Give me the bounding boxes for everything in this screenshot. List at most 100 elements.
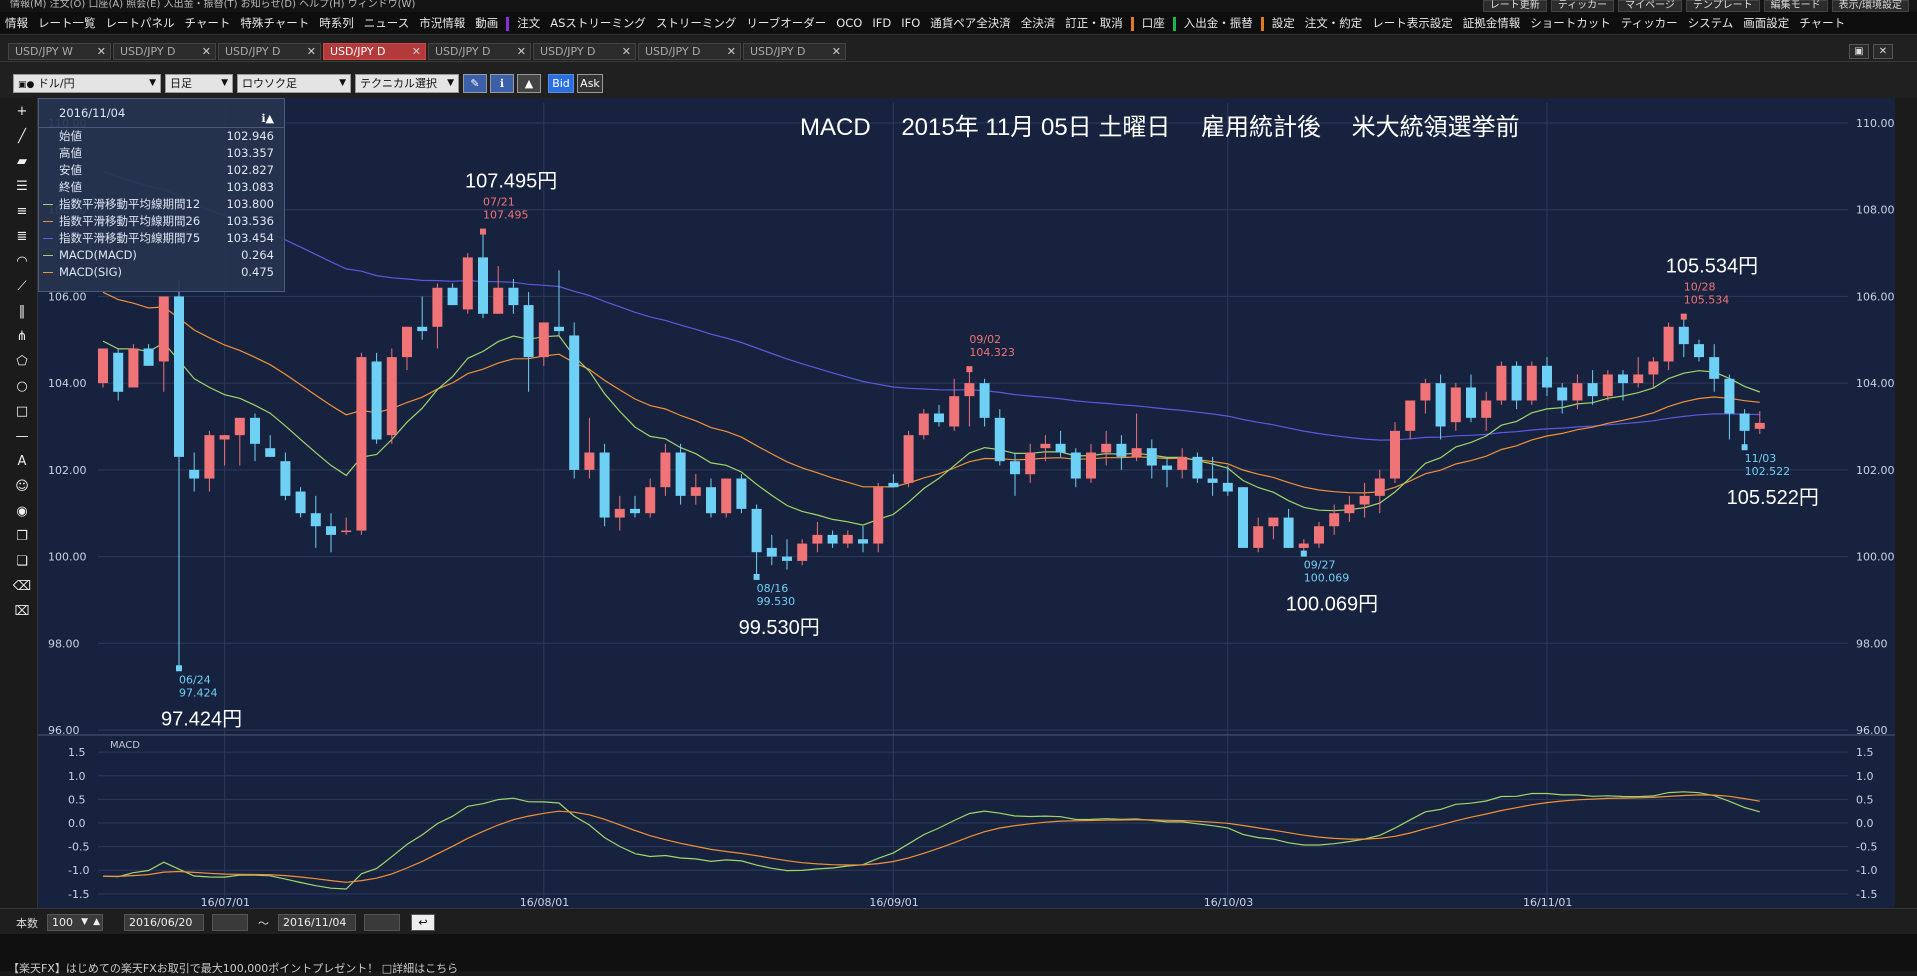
menu-item[interactable]: OCO	[831, 12, 867, 34]
fib-tool-icon[interactable]: ≣	[11, 227, 33, 247]
channel-tool-icon[interactable]: ≡	[11, 202, 33, 222]
eraser-tool-icon[interactable]: ⌫	[11, 577, 33, 597]
menu-item[interactable]: 設定	[1267, 12, 1300, 34]
close-tab-icon[interactable]: ✕	[517, 44, 526, 59]
eraser-all-tool-icon[interactable]: ⌧	[11, 602, 33, 622]
icon-tool-icon[interactable]: ☺	[11, 477, 33, 497]
pencil-button[interactable]: ✎	[463, 74, 487, 93]
menu-item[interactable]: 証拠金情報	[1458, 12, 1526, 34]
bid-button[interactable]: Bid	[548, 74, 574, 93]
x-tick-label: 16/08/01	[520, 896, 569, 908]
close-tab-icon[interactable]: ✕	[202, 44, 211, 59]
chart-type-value: ロウソク足	[242, 77, 297, 90]
close-tab-icon[interactable]: ✕	[97, 44, 106, 59]
close-tab-icon[interactable]: ✕	[307, 44, 316, 59]
menu-item[interactable]: 特殊チャート	[235, 12, 314, 34]
close-window-button[interactable]: ✕	[1873, 44, 1893, 59]
text-tool-icon[interactable]: A	[11, 452, 33, 472]
ruler-tool-icon[interactable]: ▰	[11, 152, 33, 172]
top-right-button[interactable]: 表示/環境設定	[1831, 0, 1909, 12]
period-select[interactable]: 日足 ▼	[165, 74, 233, 93]
menu-item[interactable]: 注文・約定	[1300, 12, 1368, 34]
menu-item[interactable]: 訂正・取消	[1060, 12, 1128, 34]
rectangle-tool-icon[interactable]: □	[11, 402, 33, 422]
price-tick-left: 102.00	[48, 464, 87, 477]
chart-area[interactable]: 06/24 97.424 97.424円 07/21 107.495 107.495円 08…	[38, 98, 1917, 908]
from-date-field[interactable]: 2016/06/20	[124, 914, 204, 931]
chart-tab[interactable]: USD/JPY D ✕	[743, 43, 846, 60]
to-date-field[interactable]: 2016/11/04	[278, 914, 356, 931]
area-button[interactable]: ▲	[517, 74, 541, 93]
ask-button[interactable]: Ask	[577, 74, 603, 93]
from-time-field[interactable]	[212, 914, 248, 931]
right-scroll-strip[interactable]	[1895, 98, 1917, 908]
menu-item[interactable]: チャート	[1794, 12, 1850, 34]
candle-body	[797, 543, 808, 561]
chart-tab[interactable]: USD/JPY D ✕	[638, 43, 741, 60]
hline-tool-icon[interactable]: ☰	[11, 177, 33, 197]
chart-tab[interactable]: USD/JPY D ✕	[533, 43, 636, 60]
menu-item[interactable]: IFO	[896, 12, 925, 34]
copy-tool-icon[interactable]: ❐	[11, 527, 33, 547]
menu-item[interactable]: 通貨ペア全決済	[925, 12, 1016, 34]
crosshair-tool-icon[interactable]: +	[11, 102, 33, 122]
top-right-button[interactable]: レート更新	[1482, 0, 1547, 12]
close-tab-icon[interactable]: ✕	[412, 44, 421, 59]
trendline-tool-icon[interactable]: ╱	[11, 127, 33, 147]
price-tick-right: 98.00	[1856, 637, 1888, 650]
menu-item[interactable]: ティッカー	[1616, 12, 1683, 34]
menu-item[interactable]: チャート	[180, 12, 236, 34]
pentagon-tool-icon[interactable]: ⬠	[11, 352, 33, 372]
menu-item[interactable]: 全決済	[1016, 12, 1061, 34]
menu-item[interactable]: ニュース	[359, 12, 414, 34]
menu-item[interactable]: 動画	[470, 12, 503, 34]
currency-pair-select[interactable]: ▣● ドル/円 ▼	[13, 74, 161, 93]
menu-item[interactable]: IFD	[867, 12, 896, 34]
paste-tool-icon[interactable]: ❏	[11, 552, 33, 572]
menu-item[interactable]: レート一覧	[33, 12, 101, 34]
top-right-button[interactable]: ティッカー	[1550, 0, 1615, 12]
menu-item[interactable]: レートパネル	[101, 12, 180, 34]
promo-text[interactable]: 【楽天FX】はじめての楽天FXお取引で最大100,000ポイントプレゼント！ □…	[8, 960, 458, 976]
candle-body	[538, 322, 549, 358]
restore-window-button[interactable]: ▣	[1849, 44, 1869, 59]
close-tab-icon[interactable]: ✕	[832, 44, 841, 59]
chart-tab[interactable]: USD/JPY D ✕	[218, 43, 321, 60]
count-select[interactable]: 100 ▼ ▲	[47, 914, 103, 931]
chart-type-select[interactable]: ロウソク足 ▼	[237, 74, 351, 93]
chart-tab[interactable]: USD/JPY W ✕	[8, 43, 111, 60]
menu-item[interactable]: 入出金・振替	[1179, 12, 1258, 34]
menu-item[interactable]: ショートカット	[1525, 12, 1616, 34]
top-right-button[interactable]: 編集モード	[1763, 0, 1828, 12]
close-tab-icon[interactable]: ✕	[622, 44, 631, 59]
to-time-field[interactable]	[364, 914, 400, 931]
arc-tool-icon[interactable]: ◠	[11, 252, 33, 272]
magnet-tool-icon[interactable]: ◉	[11, 502, 33, 522]
menu-item[interactable]: レート表示設定	[1367, 12, 1458, 34]
menu-item[interactable]: システム	[1683, 12, 1739, 34]
menu-item[interactable]: 画面設定	[1738, 12, 1794, 34]
vlines-tool-icon[interactable]: ‖	[11, 302, 33, 322]
line-tool-icon[interactable]: —	[11, 427, 33, 447]
apply-button[interactable]: ↩	[411, 914, 435, 931]
menu-item[interactable]: ストリーミング	[651, 12, 742, 34]
menu-item[interactable]: 情報	[0, 12, 33, 34]
chart-tab[interactable]: USD/JPY D ✕	[428, 43, 531, 60]
top-right-button[interactable]: テンプレート	[1685, 0, 1760, 12]
technical-select[interactable]: テクニカル選択 ▼	[355, 74, 459, 93]
fan-tool-icon[interactable]: ⟋	[11, 277, 33, 297]
close-tab-icon[interactable]: ✕	[727, 44, 736, 59]
pitchfork-tool-icon[interactable]: ⋔	[11, 327, 33, 347]
menu-item[interactable]: 口座	[1137, 12, 1170, 34]
circle-tool-icon[interactable]: ○	[11, 377, 33, 397]
menu-item[interactable]: リーブオーダー	[741, 12, 831, 34]
menu-item[interactable]: ASストリーミング	[545, 12, 651, 34]
chart-tab[interactable]: USD/JPY D ✕	[113, 43, 216, 60]
chart-tab[interactable]: USD/JPY D ✕	[323, 43, 426, 60]
menu-item[interactable]: 時系列	[314, 12, 359, 34]
menu-item[interactable]: 注文	[512, 12, 545, 34]
top-right-button[interactable]: マイページ	[1618, 0, 1682, 12]
tab-label: USD/JPY D	[750, 45, 806, 58]
menu-item[interactable]: 市況情報	[414, 12, 470, 34]
info-button[interactable]: ℹ	[490, 74, 514, 93]
